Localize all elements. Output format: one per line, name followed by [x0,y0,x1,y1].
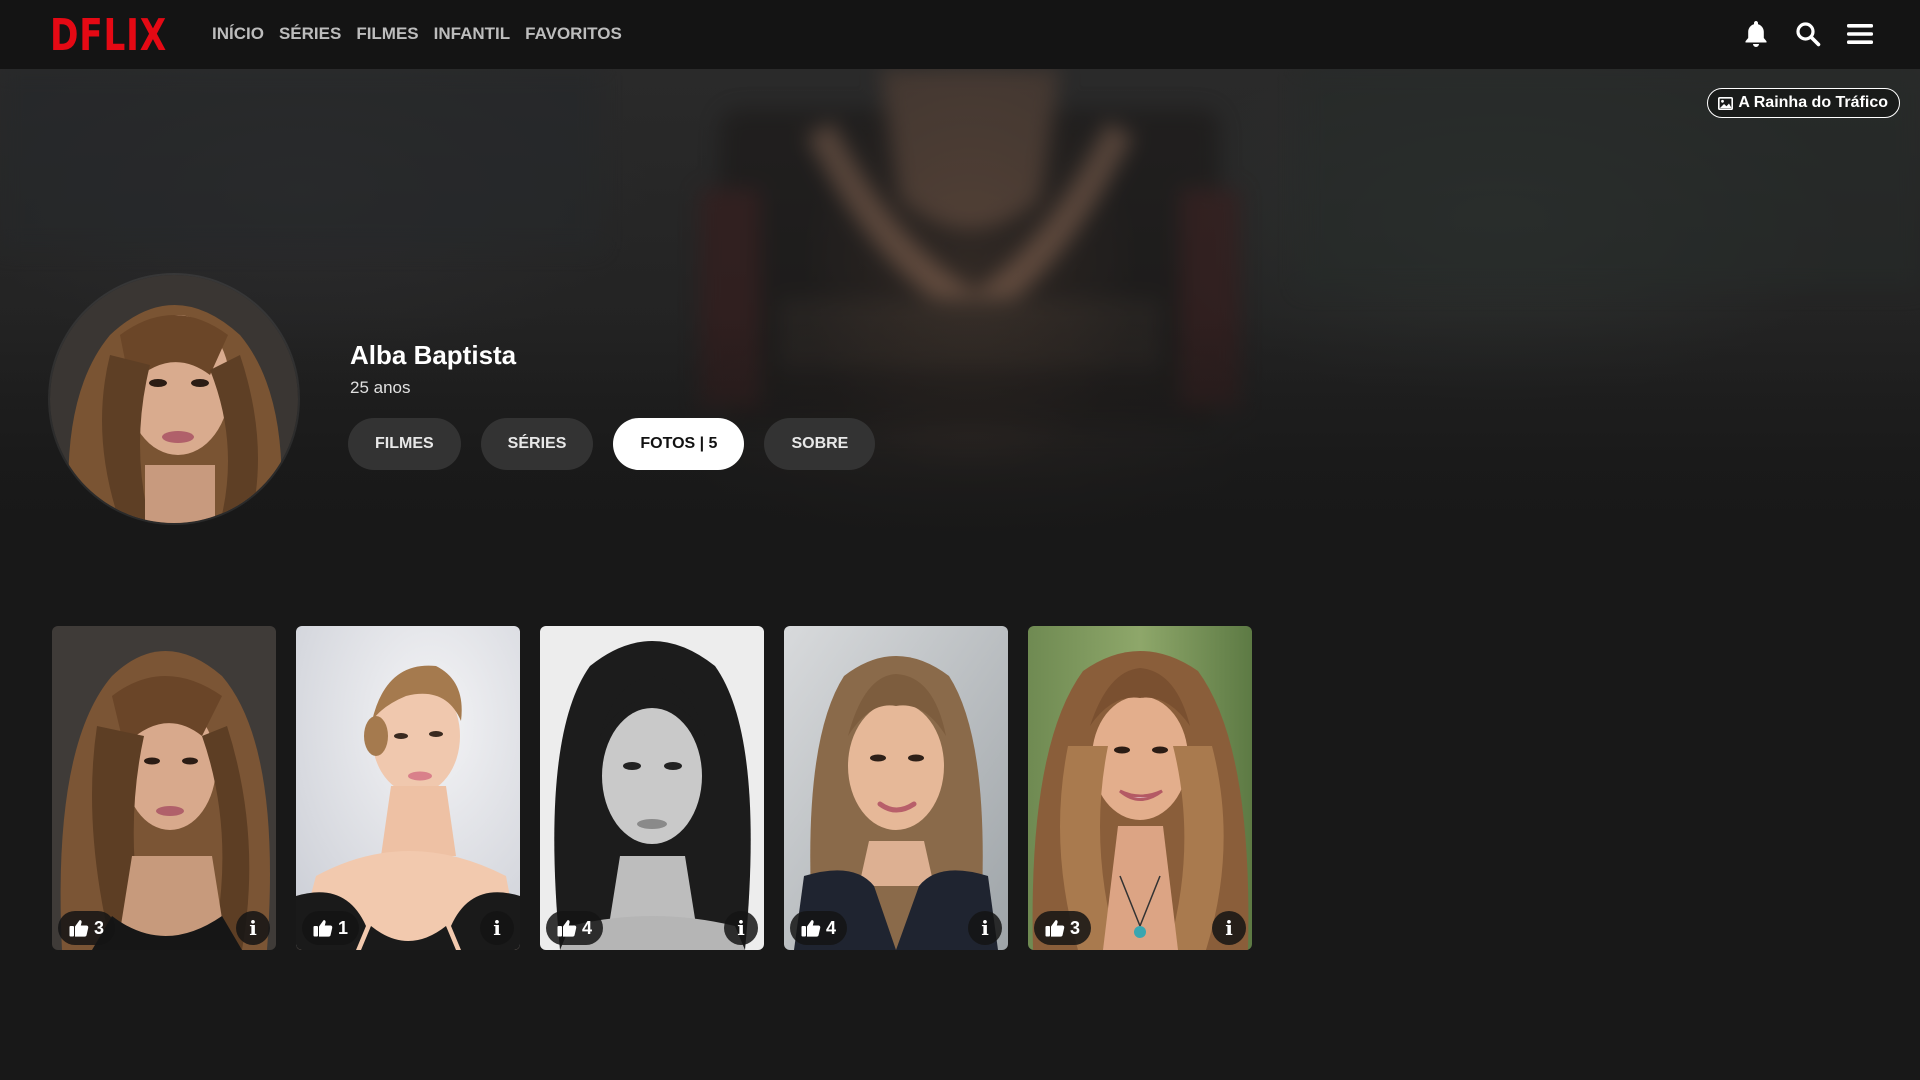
photo-image [1028,626,1252,950]
likes-count: 3 [94,917,105,938]
tab-series[interactable]: SÉRIES [480,418,594,470]
likes-count: 1 [338,917,349,938]
photo-card[interactable]: 3 i [1028,626,1252,950]
thumbs-up-icon [557,920,577,937]
likes-badge[interactable]: 1 [302,911,360,945]
likes-count: 4 [582,917,593,938]
info-button[interactable]: i [480,911,514,945]
backdrop-image [0,69,1920,429]
nav-item-favoritos[interactable]: FAVORITOS [525,24,622,44]
tab-fotos[interactable]: FOTOS | 5 [613,418,745,470]
nav-item-series[interactable]: SÉRIES [279,24,341,44]
search-icon[interactable] [1792,18,1824,50]
info-icon: i [493,916,501,940]
thumbs-up-icon [1045,920,1065,937]
hero-backdrop: A Rainha do Tráfico [0,69,1920,559]
photo-image [784,626,1008,950]
photo-image [52,626,276,950]
actor-age: 25 anos [350,378,411,397]
photo-image [296,626,520,950]
info-button[interactable]: i [968,911,1002,945]
likes-count: 3 [1070,917,1081,938]
photo-card[interactable]: 3 i [52,626,276,950]
profile-avatar [50,275,298,523]
nav-item-filmes[interactable]: FILMES [356,24,418,44]
info-icon: i [249,916,257,940]
likes-badge[interactable]: 4 [546,911,604,945]
info-icon: i [981,916,989,940]
likes-count: 4 [826,917,837,938]
info-button[interactable]: i [1212,911,1246,945]
photo-image [540,626,764,950]
bell-icon[interactable] [1740,18,1772,50]
nav-item-inicio[interactable]: INÍCIO [212,24,264,44]
profile-tabs: FILMES SÉRIES FOTOS | 5 SOBRE [348,418,876,470]
image-icon [1718,96,1734,110]
photo-card[interactable]: 4 i [784,626,1008,950]
title-chip-label: A Rainha do Tráfico [1738,94,1888,111]
thumbs-up-icon [69,920,89,937]
likes-badge[interactable]: 4 [790,911,848,945]
photo-grid: 3 i 1 i 4 i 4 i 3 i [52,626,1252,950]
nav-item-infantil[interactable]: INFANTIL [434,24,511,44]
tab-sobre[interactable]: SOBRE [764,418,876,470]
menu-icon[interactable] [1844,18,1876,50]
brand-logo[interactable]: DFLIX [50,12,167,60]
thumbs-up-icon [801,920,821,937]
info-button[interactable]: i [236,911,270,945]
main-nav: INÍCIO SÉRIES FILMES INFANTIL FAVORITOS [212,24,622,44]
info-button[interactable]: i [724,911,758,945]
info-icon: i [1225,916,1233,940]
top-navigation-bar: DFLIX INÍCIO SÉRIES FILMES INFANTIL FAVO… [0,0,1920,69]
info-icon: i [737,916,745,940]
likes-badge[interactable]: 3 [58,911,116,945]
top-icons [1740,18,1876,50]
tab-filmes[interactable]: FILMES [348,418,461,470]
thumbs-up-icon [313,920,333,937]
photo-card[interactable]: 1 i [296,626,520,950]
likes-badge[interactable]: 3 [1034,911,1092,945]
title-chip[interactable]: A Rainha do Tráfico [1707,88,1900,118]
photo-card[interactable]: 4 i [540,626,764,950]
actor-name: Alba Baptista [350,340,517,370]
